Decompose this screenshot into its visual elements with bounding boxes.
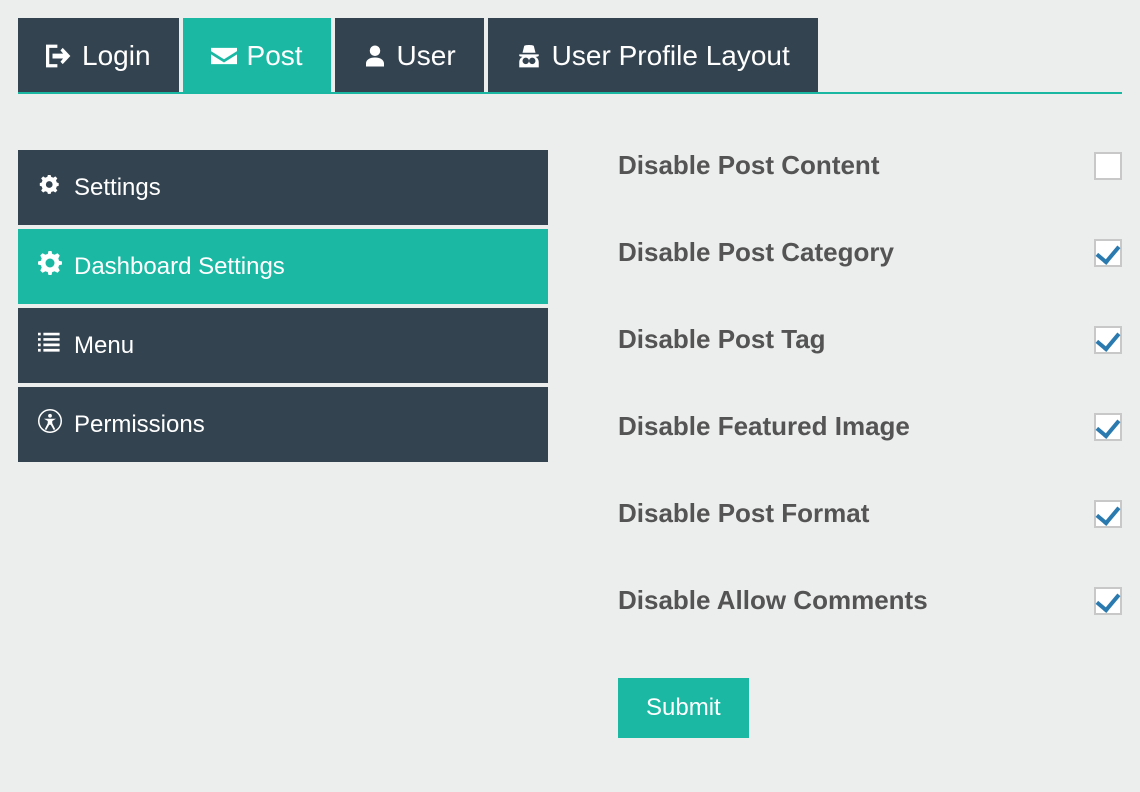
envelope-icon [211,43,237,69]
tab-user-profile-layout[interactable]: User Profile Layout [488,18,818,92]
option-row: Disable Post Tag [618,324,1122,355]
sidebar-item-label: Permissions [74,411,205,439]
sidebar-item-settings[interactable]: Settings [18,150,548,225]
tab-label: Login [82,40,151,72]
option-row: Disable Post Format [618,498,1122,529]
option-label: Disable Post Category [618,237,894,268]
sidebar-item-label: Settings [74,174,161,202]
checkbox-disable-featured-image[interactable] [1094,413,1122,441]
sidebar-item-label: Menu [74,332,134,360]
option-label: Disable Post Format [618,498,869,529]
option-label: Disable Allow Comments [618,585,928,616]
checkbox-disable-post-category[interactable] [1094,239,1122,267]
user-icon [363,43,387,69]
signin-icon [46,43,72,69]
gear-icon [38,251,62,282]
accessibility-icon [38,409,62,440]
tab-post[interactable]: Post [183,18,331,92]
sidebar-item-menu[interactable]: Menu [18,308,548,383]
sidebar-item-permissions[interactable]: Permissions [18,387,548,462]
sidebar: Settings Dashboard Settings Menu Permiss… [18,150,548,466]
submit-button[interactable]: Submit [618,678,749,738]
settings-panel: Disable Post Content Disable Post Catego… [548,150,1122,738]
option-label: Disable Featured Image [618,411,910,442]
option-row: Disable Post Content [618,150,1122,181]
list-icon [38,330,62,361]
option-row: Disable Featured Image [618,411,1122,442]
option-row: Disable Allow Comments [618,585,1122,616]
tab-label: Post [247,40,303,72]
top-tabs: Login Post User User Profile Layout [18,18,1122,94]
option-label: Disable Post Content [618,150,879,181]
gears-icon [38,172,62,203]
sidebar-item-label: Dashboard Settings [74,253,285,281]
tab-login[interactable]: Login [18,18,179,92]
secret-user-icon [516,43,542,69]
option-label: Disable Post Tag [618,324,826,355]
option-row: Disable Post Category [618,237,1122,268]
checkbox-disable-post-content[interactable] [1094,152,1122,180]
tab-label: User [397,40,456,72]
tab-user[interactable]: User [335,18,484,92]
sidebar-item-dashboard-settings[interactable]: Dashboard Settings [18,229,548,304]
tab-label: User Profile Layout [552,40,790,72]
checkbox-disable-post-format[interactable] [1094,500,1122,528]
checkbox-disable-allow-comments[interactable] [1094,587,1122,615]
checkbox-disable-post-tag[interactable] [1094,326,1122,354]
